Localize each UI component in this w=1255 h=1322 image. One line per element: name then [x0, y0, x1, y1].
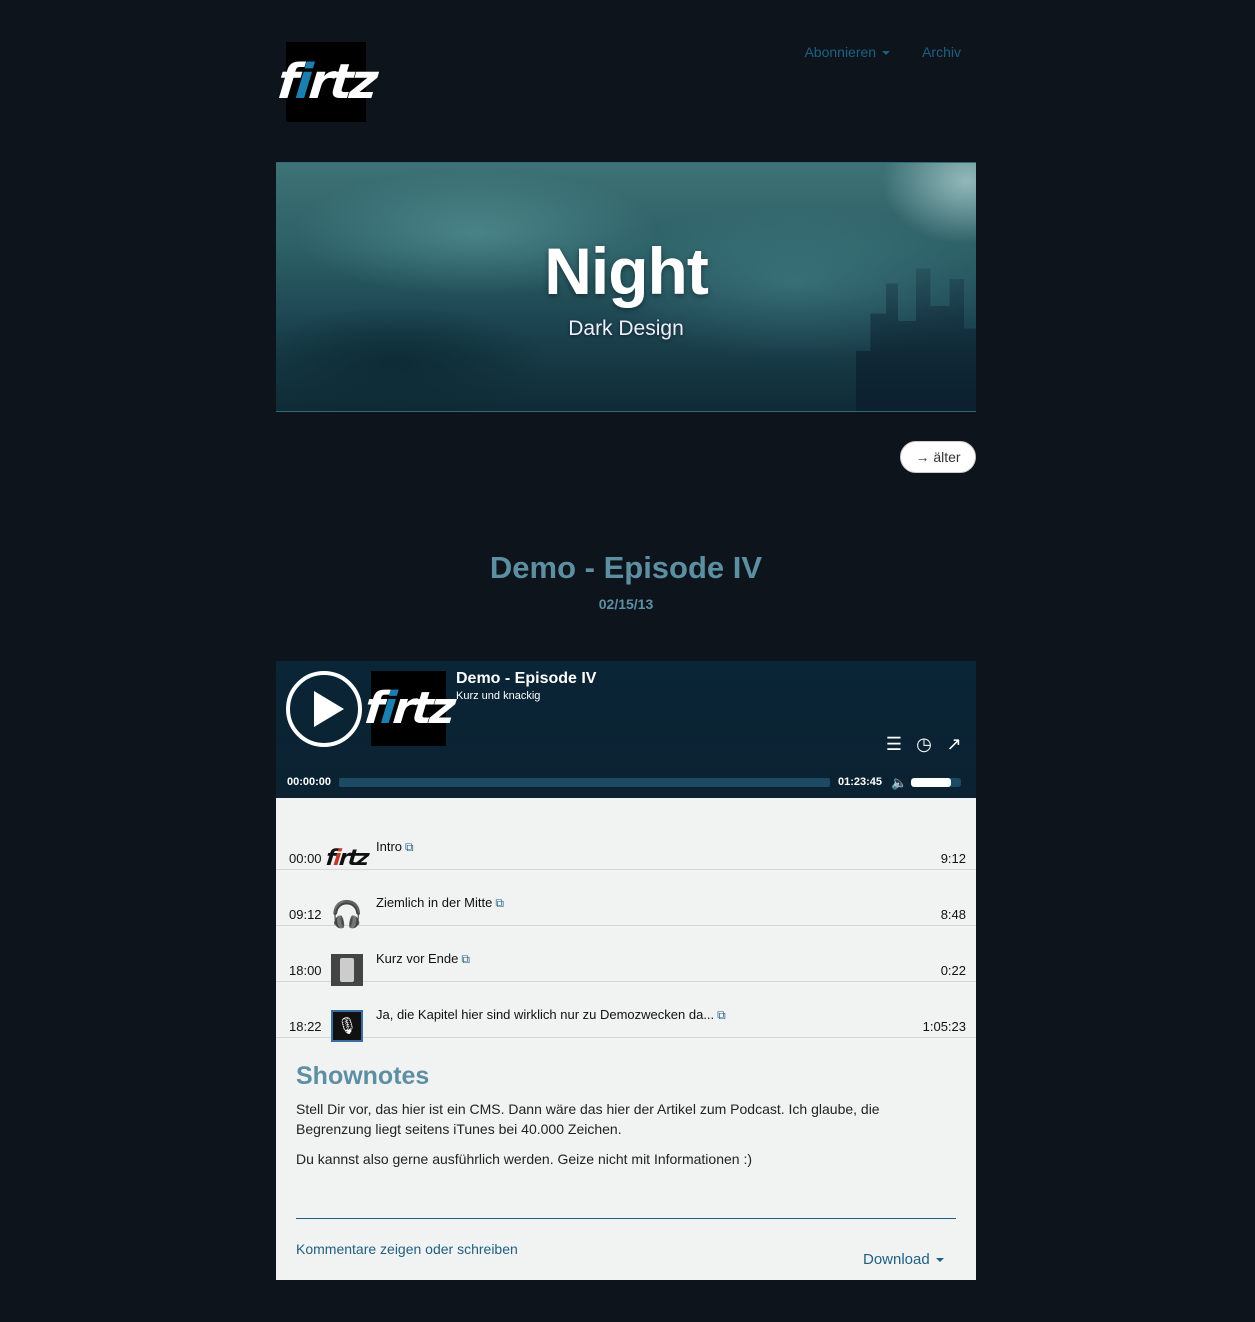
- clock-icon[interactable]: ◷: [914, 734, 934, 754]
- hero-title: Night: [544, 234, 709, 308]
- chapter-panel: 00:00 firtz Intro ⧉ 9:12 09:12 🎧 Ziemlich…: [276, 798, 976, 1280]
- chapter-title[interactable]: Ziemlich in der Mitte ⧉: [376, 895, 504, 911]
- logo-wordmark: firtz: [274, 54, 378, 110]
- current-time: 00:00:00: [287, 776, 332, 788]
- chapter-duration: 8:48: [940, 907, 966, 922]
- cover-wordmark: firtz: [362, 683, 455, 734]
- nav-subscribe-dropdown[interactable]: Abonnieren: [804, 44, 891, 60]
- chapter-row[interactable]: 18:00 Kurz vor Ende ⧉ 0:22: [276, 926, 976, 986]
- shownotes-paragraph: Stell Dir vor, das hier ist ein CMS. Dan…: [296, 1101, 880, 1137]
- chapters-icon[interactable]: ☰: [884, 734, 904, 754]
- post-title[interactable]: Demo - Episode IV: [276, 550, 976, 586]
- chapter-duration: 1:05:23: [922, 1019, 966, 1034]
- external-link-icon[interactable]: ⧉: [461, 952, 470, 966]
- hero-subtitle: Dark Design: [568, 317, 684, 340]
- post-date: 02/15/13: [598, 596, 654, 612]
- chapter-row[interactable]: 09:12 🎧 Ziemlich in der Mitte ⧉ 8:48: [276, 870, 976, 929]
- chapter-start: 18:00: [289, 963, 322, 978]
- microphone-thumbnail: 🎙: [331, 1010, 363, 1042]
- volume-fill: [911, 778, 951, 787]
- chapter-title[interactable]: Intro ⧉: [376, 839, 414, 855]
- external-link-icon[interactable]: ⧉: [405, 840, 414, 854]
- chapter-duration: 0:22: [940, 963, 966, 978]
- chapter-title[interactable]: Ja, die Kapitel hier sind wirklich nur z…: [376, 1007, 726, 1023]
- caret-down-icon: [935, 1258, 944, 1263]
- chapter-title[interactable]: Kurz vor Ende ⧉: [376, 951, 470, 967]
- episode-subtitle: Kurz und knackig: [456, 690, 541, 702]
- caret-down-icon: [882, 51, 891, 56]
- progress-bar[interactable]: [339, 778, 830, 787]
- nav-archive-link[interactable]: Archiv: [922, 44, 961, 60]
- chapter-start: 09:12: [289, 907, 322, 922]
- hero-banner: Night Dark Design: [276, 162, 976, 412]
- play-button[interactable]: [286, 671, 362, 747]
- volume-slider[interactable]: [911, 778, 961, 787]
- comments-link[interactable]: Kommentare zeigen oder schreiben: [296, 1241, 518, 1257]
- chapter-start: 00:00: [289, 851, 322, 866]
- speaker-icon[interactable]: 🔈: [891, 775, 907, 791]
- download-dropdown[interactable]: Download: [863, 1251, 944, 1268]
- player-controls: ☰ ◷ ↗: [884, 734, 964, 754]
- external-link-icon[interactable]: ⧉: [717, 1008, 726, 1022]
- share-icon[interactable]: ↗: [944, 734, 964, 754]
- shownotes-heading: Shownotes: [296, 1062, 430, 1090]
- older-posts-button[interactable]: → älter: [900, 441, 976, 473]
- chapter-row[interactable]: 00:00 firtz Intro ⧉ 9:12: [276, 814, 976, 871]
- chapter-start: 18:22: [289, 1019, 322, 1034]
- top-nav: Abonnieren Archiv: [804, 44, 961, 60]
- total-time: 01:23:45: [838, 776, 883, 788]
- podcast-player: firtz Demo - Episode IV Kurz und knackig…: [276, 661, 976, 798]
- episode-cover: firtz: [362, 671, 455, 746]
- episode-title: Demo - Episode IV: [456, 670, 597, 687]
- external-link-icon[interactable]: ⧉: [495, 896, 504, 910]
- site-logo[interactable]: firtz: [275, 42, 377, 122]
- chapter-duration: 9:12: [940, 851, 966, 866]
- divider: [296, 1218, 956, 1219]
- shownotes-paragraph: Du kannst also gerne ausführlich werden.…: [296, 1151, 753, 1167]
- chapter-row[interactable]: 18:22 🎙 Ja, die Kapitel hier sind wirkli…: [276, 982, 976, 1042]
